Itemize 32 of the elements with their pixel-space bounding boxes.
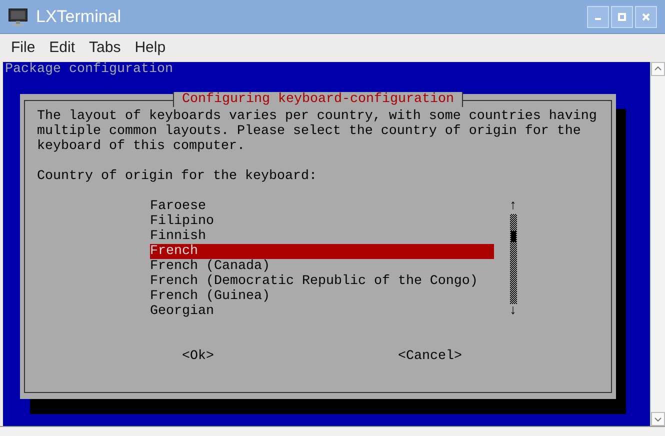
minimize-button[interactable] xyxy=(587,6,609,28)
maximize-icon xyxy=(618,12,626,20)
scroll-track[interactable] xyxy=(510,214,516,304)
window-title: LXTerminal xyxy=(36,6,122,28)
menu-item[interactable]: File xyxy=(5,36,42,60)
prompt-text: Country of origin for the keyboard: xyxy=(37,169,317,184)
terminal-header: Package configuration xyxy=(4,62,173,77)
list-option[interactable]: French (Guinea) xyxy=(150,289,494,304)
maximize-button[interactable] xyxy=(611,6,633,28)
description-text: The layout of keyboards varies per country, with some countries having multiple common layouts. Please select the country of origin for the keyboard of this computer. xyxy=(37,109,598,154)
close-button[interactable] xyxy=(635,6,657,28)
menu-item[interactable]: Tabs xyxy=(83,36,127,60)
scroll-down-icon[interactable] xyxy=(651,412,665,426)
list-option[interactable]: Faroese xyxy=(150,199,494,214)
cancel-button[interactable]: <Cancel> xyxy=(398,349,462,364)
scrollbar[interactable] xyxy=(650,62,665,426)
menu-item[interactable]: Help xyxy=(128,36,172,60)
ok-button[interactable]: <Ok> xyxy=(182,349,214,364)
close-icon xyxy=(642,12,650,20)
list-option[interactable]: French xyxy=(150,244,494,259)
list-option[interactable]: Georgian xyxy=(150,304,494,319)
menu-item[interactable]: Edit xyxy=(43,36,82,60)
dialog-title: Configuring keyboard-configuration xyxy=(173,92,463,107)
scroll-down-arrow[interactable]: ↓ xyxy=(509,304,517,319)
list-option[interactable]: Filipino xyxy=(150,214,494,229)
list-option[interactable]: Finnish xyxy=(150,229,494,244)
scroll-thumb[interactable] xyxy=(510,231,516,242)
monitor-icon xyxy=(8,8,28,26)
scroll-up-arrow[interactable]: ↑ xyxy=(509,199,517,214)
scroll-up-icon[interactable] xyxy=(651,62,665,76)
list-option[interactable]: French (Canada) xyxy=(150,259,494,274)
list-option[interactable]: French (Democratic Republic of the Congo) xyxy=(150,274,494,289)
